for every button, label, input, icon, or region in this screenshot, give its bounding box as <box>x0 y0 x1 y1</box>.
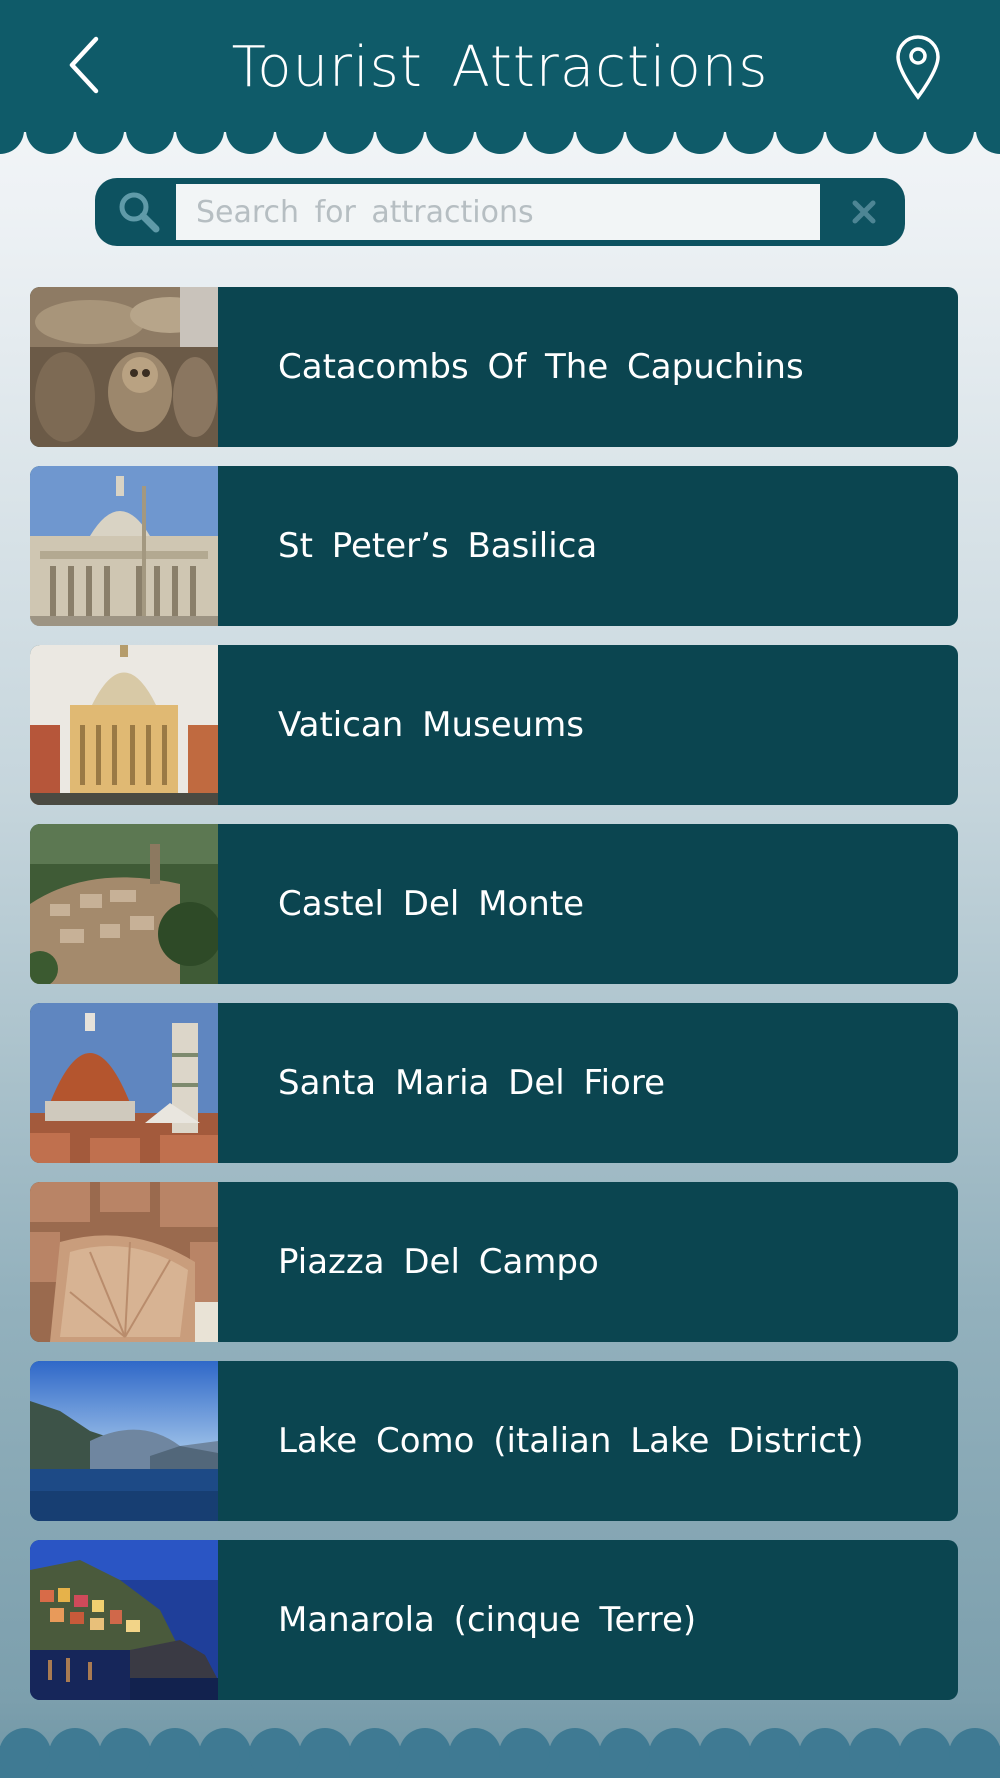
page-title: Tourist Attractions <box>231 35 769 100</box>
attraction-row[interactable]: Santa Maria Del Fiore <box>30 1003 958 1163</box>
attraction-name: Santa Maria Del Fiore <box>278 1063 666 1103</box>
app-header: Tourist Attractions <box>0 0 1000 132</box>
attraction-name: Lake Como (italian Lake District) <box>278 1421 864 1461</box>
attraction-row[interactable]: Manarola (cinque Terre) <box>30 1540 958 1700</box>
search-input[interactable] <box>176 184 820 240</box>
attraction-thumbnail <box>30 1361 218 1521</box>
attraction-row[interactable]: Piazza Del Campo <box>30 1182 958 1342</box>
attraction-thumbnail <box>30 466 218 626</box>
attraction-name: Vatican Museums <box>278 705 585 745</box>
search-bar <box>95 178 905 246</box>
attraction-row[interactable]: Vatican Museums <box>30 645 958 805</box>
attraction-name: St Peter’s Basilica <box>278 526 598 566</box>
attraction-row[interactable]: St Peter’s Basilica <box>30 466 958 626</box>
close-icon <box>852 200 876 224</box>
chevron-left-icon <box>69 36 99 94</box>
attraction-name: Manarola (cinque Terre) <box>278 1600 697 1640</box>
attraction-row[interactable]: Lake Como (italian Lake District) <box>30 1361 958 1521</box>
attraction-name: Catacombs Of The Capuchins <box>278 347 804 387</box>
attraction-thumbnail <box>30 1540 218 1700</box>
attraction-thumbnail <box>30 287 218 447</box>
attraction-name: Castel Del Monte <box>278 884 585 924</box>
back-button[interactable] <box>54 30 114 100</box>
map-pin-icon <box>896 35 940 100</box>
header-scallop-border <box>0 128 1000 154</box>
attraction-thumbnail <box>30 1182 218 1342</box>
attraction-row[interactable]: Catacombs Of The Capuchins <box>30 287 958 447</box>
attraction-thumbnail <box>30 1003 218 1163</box>
attraction-thumbnail <box>30 645 218 805</box>
attraction-thumbnail <box>30 824 218 984</box>
clear-search-button[interactable] <box>840 188 888 236</box>
search-icon <box>119 192 160 233</box>
footer-scallop-border <box>0 1728 1000 1778</box>
map-button[interactable] <box>886 32 950 104</box>
attraction-name: Piazza Del Campo <box>278 1242 599 1282</box>
attraction-row[interactable]: Castel Del Monte <box>30 824 958 984</box>
